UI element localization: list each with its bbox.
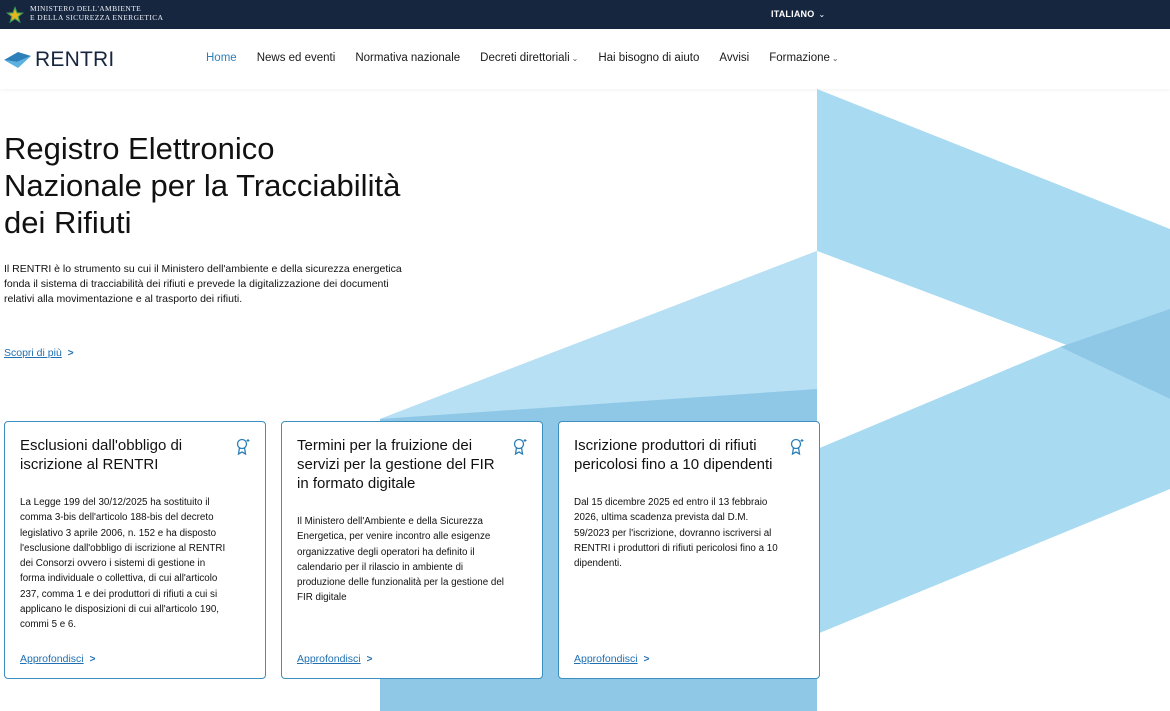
language-selector[interactable]: ITALIANO ⌄ — [771, 9, 825, 19]
card-body-line: Dal 15 dicembre 2025 ed entro il 13 febb… — [574, 497, 768, 508]
ministry-name[interactable]: MINISTERO DELL'AMBIENTE E DELLA SICUREZZ… — [30, 4, 164, 22]
approfondisci-label: Approfondisci — [20, 653, 84, 665]
language-label: ITALIANO — [771, 9, 815, 19]
card-body-line: commi 5 e 6. — [20, 619, 77, 631]
card-body-line: Il Ministero dell'Ambiente e della Sicur… — [297, 516, 483, 527]
hero-desc-line3: relativi alla movimentazione e al traspo… — [4, 293, 243, 305]
card-body: Il Ministero dell'Ambiente e della Sicur… — [297, 514, 529, 606]
card-body: Dal 15 dicembre 2025 ed entro il 13 febb… — [574, 495, 806, 571]
card-title-line: Esclusioni dall'obbligo di — [20, 437, 183, 454]
nav-item-decreti-direttoriali[interactable]: Decreti direttoriali ⌄ — [480, 52, 578, 64]
card-body-line: dipendenti. — [574, 558, 622, 570]
award-badge-icon — [513, 438, 527, 456]
nav-item-label: Formazione — [769, 52, 830, 64]
card-body-line: forma individuale o collettiva, di cui a… — [20, 573, 218, 585]
approfondisci-link[interactable]: Approfondisci > — [574, 653, 649, 665]
scopri-di-piu-link[interactable]: Scopri di più > — [4, 347, 74, 359]
card-body-line: legislativo 3 aprile 2006, n. 152 e ha d… — [20, 527, 217, 539]
nav-item-normativa-nazionale[interactable]: Normativa nazionale — [355, 52, 460, 64]
hero-description: Il RENTRI è lo strumento su cui il Minis… — [4, 262, 414, 307]
card-body: La Legge 199 del 30/12/2025 ha sostituit… — [20, 495, 252, 633]
card-body-line: 2026, ultima scadenza prevista dal D.M. — [574, 512, 749, 524]
approfondisci-label: Approfondisci — [297, 653, 361, 665]
card-title-line: Iscrizione produttori di rifiuti — [574, 437, 757, 454]
nav-item-label: Decreti direttoriali — [480, 52, 570, 64]
card-body-line: FIR digitale — [297, 592, 347, 604]
scopri-di-piu-label: Scopri di più — [4, 347, 62, 359]
card-title-line: in formato digitale — [297, 475, 416, 492]
card-body-line: 237, comma 1 e dei produttori di rifiuti… — [20, 588, 218, 600]
news-card-esclusioni: Esclusioni dall'obbligo di iscrizione al… — [4, 421, 266, 679]
card-body-line: organizzative degli operatori ha definit… — [297, 546, 475, 558]
card-body-line: applicano le disposizioni di cui all'art… — [20, 604, 220, 616]
chevron-right-icon: > — [366, 654, 373, 665]
brand-name: RENTRI — [35, 48, 115, 71]
card-title-line: Termini per la fruizione dei — [297, 437, 473, 454]
hero-desc-line2: fonda il sistema di tracciabilità dei ri… — [4, 278, 389, 290]
hero-title-line1: Registro Elettronico — [4, 131, 275, 166]
card-body-line: RENTRI i produttori di rifiuti pericolos… — [574, 542, 778, 554]
site-header: RENTRI Home News ed eventi Normativa naz… — [0, 29, 1170, 89]
card-title: Iscrizione produttori di rifiuti pericol… — [574, 436, 789, 474]
award-badge-icon — [790, 438, 804, 456]
hero-title-line2: Nazionale per la Tracciabilità — [4, 168, 401, 203]
star-emblem-icon[interactable] — [5, 5, 25, 25]
nav-item-label: Avvisi — [719, 52, 750, 64]
card-title: Termini per la fruizione dei servizi per… — [297, 436, 512, 493]
card-title-line: pericolosi fino a 10 dipendenti — [574, 456, 773, 473]
card-body-line: La Legge 199 del 30/12/2025 ha sostituit… — [20, 497, 210, 508]
card-body-line: calendario per il rilascio in ambiente d… — [297, 561, 464, 573]
award-badge-icon — [236, 438, 250, 456]
chevron-right-icon: > — [643, 654, 650, 665]
hero-title-line3: dei Rifiuti — [4, 205, 132, 240]
chevron-right-icon: > — [89, 654, 96, 665]
approfondisci-link[interactable]: Approfondisci > — [297, 653, 372, 665]
rentri-logo[interactable]: RENTRI — [4, 47, 114, 73]
news-card-iscrizione-produttori: Iscrizione produttori di rifiuti pericol… — [558, 421, 820, 679]
card-body-line: l'esclusione dall'obbligo di iscrizione … — [20, 542, 226, 554]
ministry-top-bar: MINISTERO DELL'AMBIENTE E DELLA SICUREZZ… — [0, 0, 1170, 29]
nav-item-home[interactable]: Home — [206, 52, 237, 64]
card-body-line: dei Consorzi ovvero i sistemi di gestion… — [20, 558, 206, 570]
card-body-line: comma 3-bis dell'articolo 188-bis del de… — [20, 512, 214, 524]
nav-item-news-ed-eventi[interactable]: News ed eventi — [257, 52, 336, 64]
nav-item-formazione[interactable]: Formazione ⌄ — [769, 52, 838, 64]
card-title-line: iscrizione al RENTRI — [20, 456, 159, 473]
card-body-line: 59/2023 per l'iscrizione, dovranno iscri… — [574, 527, 772, 539]
chevron-right-icon: > — [67, 348, 74, 359]
rentri-logo-icon — [4, 52, 31, 68]
main-navigation: Home News ed eventi Normativa nazionale … — [206, 52, 859, 64]
hero-title: Registro Elettronico Nazionale per la Tr… — [4, 130, 434, 241]
card-title-line: servizi per la gestione del FIR — [297, 456, 495, 473]
nav-item-label: News ed eventi — [256, 52, 336, 64]
ministry-name-line2: E DELLA SICUREZZA ENERGETICA — [30, 12, 164, 22]
card-title: Esclusioni dall'obbligo di iscrizione al… — [20, 436, 235, 474]
nav-item-hai-bisogno-di-aiuto[interactable]: Hai bisogno di aiuto — [598, 52, 699, 64]
chevron-down-icon: ⌄ — [818, 10, 826, 19]
approfondisci-link[interactable]: Approfondisci > — [20, 653, 95, 665]
card-body-line: Energetica, per venire incontro alle esi… — [297, 531, 491, 543]
approfondisci-label: Approfondisci — [574, 653, 638, 665]
nav-item-avvisi[interactable]: Avvisi — [719, 52, 749, 64]
chevron-down-icon: ⌄ — [571, 54, 579, 63]
chevron-down-icon: ⌄ — [831, 54, 839, 63]
news-card-termini-fir: Termini per la fruizione dei servizi per… — [281, 421, 543, 679]
nav-item-label: Home — [206, 52, 237, 64]
nav-item-label: Hai bisogno di aiuto — [598, 52, 700, 64]
hero-desc-line1: Il RENTRI è lo strumento su cui il Minis… — [4, 263, 402, 275]
nav-item-label: Normativa nazionale — [355, 52, 461, 64]
card-body-line: produzione delle funzionalità per la ges… — [297, 577, 504, 589]
